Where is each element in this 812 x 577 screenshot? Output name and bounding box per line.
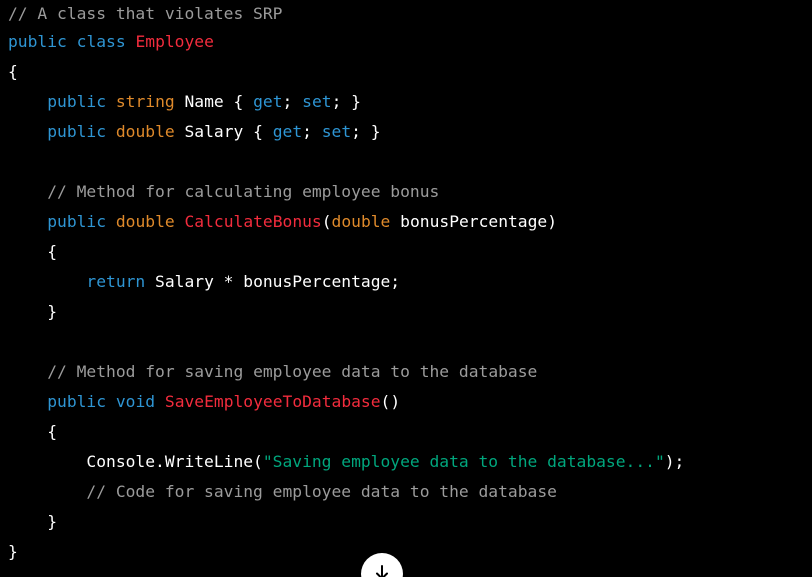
code-token-default: ; } [331, 92, 361, 111]
code-token-default: bonusPercentage) [390, 212, 558, 231]
code-token-default [8, 482, 86, 501]
code-line: { [8, 417, 808, 447]
code-token-default: ( [321, 212, 332, 231]
code-token-keyword: void [115, 392, 156, 411]
code-line: } [8, 507, 808, 537]
code-token-default [106, 122, 116, 141]
code-token-default: { [8, 422, 58, 441]
code-token-default: Console.WriteLine( [8, 452, 263, 471]
code-token-keyword: get [253, 92, 283, 111]
code-line: // A class that violates SRP [8, 0, 808, 27]
code-line: return Salary * bonusPercentage; [8, 267, 808, 297]
code-token-default: () [380, 392, 401, 411]
code-line: } [8, 537, 808, 567]
code-line: public double Salary { get; set; } [8, 117, 808, 147]
code-token-keyword: public [47, 392, 107, 411]
code-token-comment: // Method for calculating employee bonus [47, 182, 440, 201]
code-line: // Method for saving employee data to th… [8, 357, 808, 387]
code-line: // Method for calculating employee bonus [8, 177, 808, 207]
code-block: // A class that violates SRP public class… [8, 0, 808, 577]
code-token-type: double [331, 212, 391, 231]
code-token-comment: // A class that violates SRP [8, 4, 283, 23]
code-token-default: ; [302, 122, 322, 141]
code-line: public double CalculateBonus(double bonu… [8, 207, 808, 237]
code-token-default: { [8, 242, 58, 261]
code-token-comment: // Method for saving employee data to th… [47, 362, 538, 381]
code-token-default: Name { [174, 92, 254, 111]
code-token-default: ; [282, 92, 303, 111]
code-token-keyword: public [47, 212, 107, 231]
code-token-default [155, 392, 165, 411]
code-token-string: "Saving employee data to the database...… [262, 452, 665, 471]
arrow-down-icon [376, 565, 388, 577]
code-token-default: Salary { [174, 122, 273, 141]
code-token-default [106, 92, 116, 111]
code-token-keyword: class [76, 32, 126, 51]
code-token-name: Employee [135, 32, 214, 51]
code-token-keyword: set [302, 92, 332, 111]
code-token-default: ); [664, 452, 685, 471]
code-token-default [106, 392, 116, 411]
code-token-default: } [8, 512, 58, 531]
code-token-keyword: return [86, 272, 146, 291]
code-token-keyword: public [47, 122, 107, 141]
code-token-keyword: public [8, 32, 67, 51]
code-line: } [8, 297, 808, 327]
code-token-name: SaveEmployeeToDatabase [164, 392, 381, 411]
code-token-default [8, 212, 47, 231]
code-token-default: } [8, 302, 58, 321]
code-line: public string Name { get; set; } [8, 87, 808, 117]
code-token-default [8, 272, 86, 291]
code-token-keyword: public [47, 92, 107, 111]
code-token-default [126, 32, 136, 51]
code-token-type: double [115, 212, 175, 231]
code-line: Console.WriteLine("Saving employee data … [8, 447, 808, 477]
code-token-default [8, 92, 47, 111]
code-token-default [8, 392, 47, 411]
code-token-keyword: get [272, 122, 303, 141]
code-token-default: Salary * bonusPercentage; [145, 272, 401, 291]
code-token-default [67, 32, 77, 51]
code-token-default: } [8, 542, 18, 561]
code-token-comment: // Code for saving employee data to the … [86, 482, 557, 501]
code-token-keyword: set [321, 122, 352, 141]
code-token-default [175, 212, 185, 231]
code-line: { [8, 57, 808, 87]
code-token-type: string [115, 92, 175, 111]
code-line: public class Employee [8, 27, 808, 57]
code-token-default [8, 362, 47, 381]
code-token-default [8, 122, 47, 141]
code-token-type: double [115, 122, 175, 141]
code-line: { [8, 237, 808, 267]
code-line: // Code for saving employee data to the … [8, 477, 808, 507]
code-token-default [106, 212, 116, 231]
code-token-default: ; } [351, 122, 381, 141]
code-token-default: { [8, 62, 18, 81]
code-line: public void SaveEmployeeToDatabase() [8, 387, 808, 417]
code-token-name: CalculateBonus [184, 212, 322, 231]
code-token-default [8, 182, 47, 201]
